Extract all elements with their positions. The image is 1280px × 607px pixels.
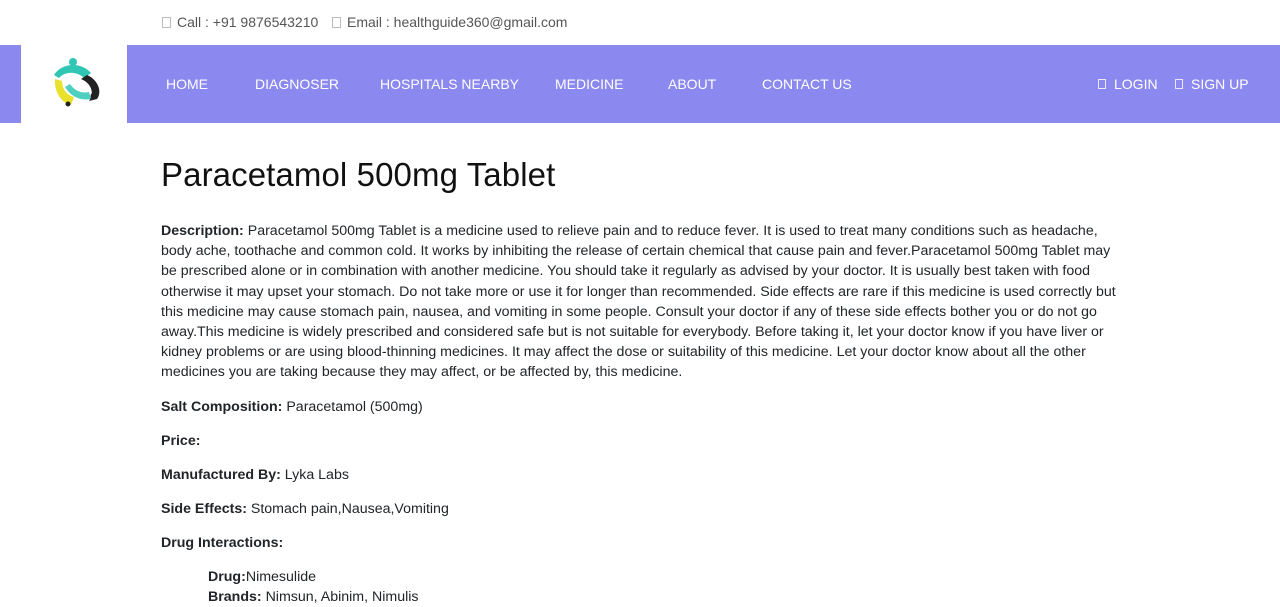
nav-contact-us[interactable]: CONTACT US (762, 76, 852, 92)
salt-value: Paracetamol (500mg) (286, 398, 423, 415)
interaction-brands: Brands: Nimsun, Abinim, Nimulis (208, 587, 1126, 607)
nav-about[interactable]: ABOUT (668, 76, 716, 92)
nav-medicine[interactable]: MEDICINE (555, 76, 623, 92)
login-icon (1098, 79, 1106, 89)
manufacturer-value: Lyka Labs (284, 466, 349, 483)
email-info[interactable]: Email : healthguide360@gmail.com (332, 14, 567, 30)
manufacturer-label: Manufactured By: (161, 466, 281, 483)
manufacturer: Manufactured By: Lyka Labs (161, 465, 1126, 485)
logo-icon (54, 58, 100, 107)
logo[interactable] (21, 45, 127, 123)
call-text: Call : +91 9876543210 (177, 14, 319, 30)
envelope-icon (332, 16, 341, 28)
nav-home[interactable]: HOME (166, 76, 208, 92)
interaction-drug: Drug:Nimesulide (208, 567, 1126, 587)
medicine-details: Paracetamol 500mg Tablet Description: Pa… (161, 156, 1126, 607)
call-info: Call : +91 9876543210 (162, 14, 318, 30)
signup-link[interactable]: SIGN UP (1175, 76, 1249, 92)
nav-hospitals-nearby[interactable]: HOSPITALS NEARBY (380, 76, 519, 92)
drug-interactions: Drug Interactions: (161, 533, 1126, 553)
side-effects: Side Effects: Stomach pain,Nausea,Vomiti… (161, 499, 1126, 519)
side-effects-label: Side Effects: (161, 500, 247, 517)
login-link[interactable]: LOGIN (1098, 76, 1158, 92)
drug-label: Drug: (208, 568, 246, 585)
contact-topbar: Call : +91 9876543210 Email : healthguid… (0, 0, 1280, 45)
description-text: Paracetamol 500mg Tablet is a medicine u… (161, 223, 1116, 381)
description-label: Description: (161, 223, 244, 239)
email-text[interactable]: Email : healthguide360@gmail.com (347, 14, 567, 30)
drug-value: Nimesulide (245, 568, 317, 585)
description: Description: Paracetamol 500mg Tablet is… (161, 221, 1126, 383)
brands-label: Brands: (208, 588, 262, 605)
side-effects-value: Stomach pain,Nausea,Vomiting (250, 500, 449, 517)
user-plus-icon (1175, 79, 1183, 89)
brands-value: Nimsun, Abinim, Nimulis (265, 588, 419, 605)
interaction-item: Drug:Nimesulide Brands: Nimsun, Abinim, … (208, 567, 1126, 607)
price-label: Price: (161, 432, 201, 449)
login-label: LOGIN (1114, 76, 1158, 92)
drug-interactions-label: Drug Interactions: (161, 534, 284, 551)
salt-label: Salt Composition: (161, 398, 283, 415)
page-title: Paracetamol 500mg Tablet (161, 156, 556, 193)
salt-composition: Salt Composition: Paracetamol (500mg) (161, 397, 1126, 417)
signup-label: SIGN UP (1191, 76, 1249, 92)
price: Price: (161, 431, 1126, 451)
nav-diagnoser[interactable]: DIAGNOSER (255, 76, 339, 92)
phone-icon (162, 16, 171, 28)
